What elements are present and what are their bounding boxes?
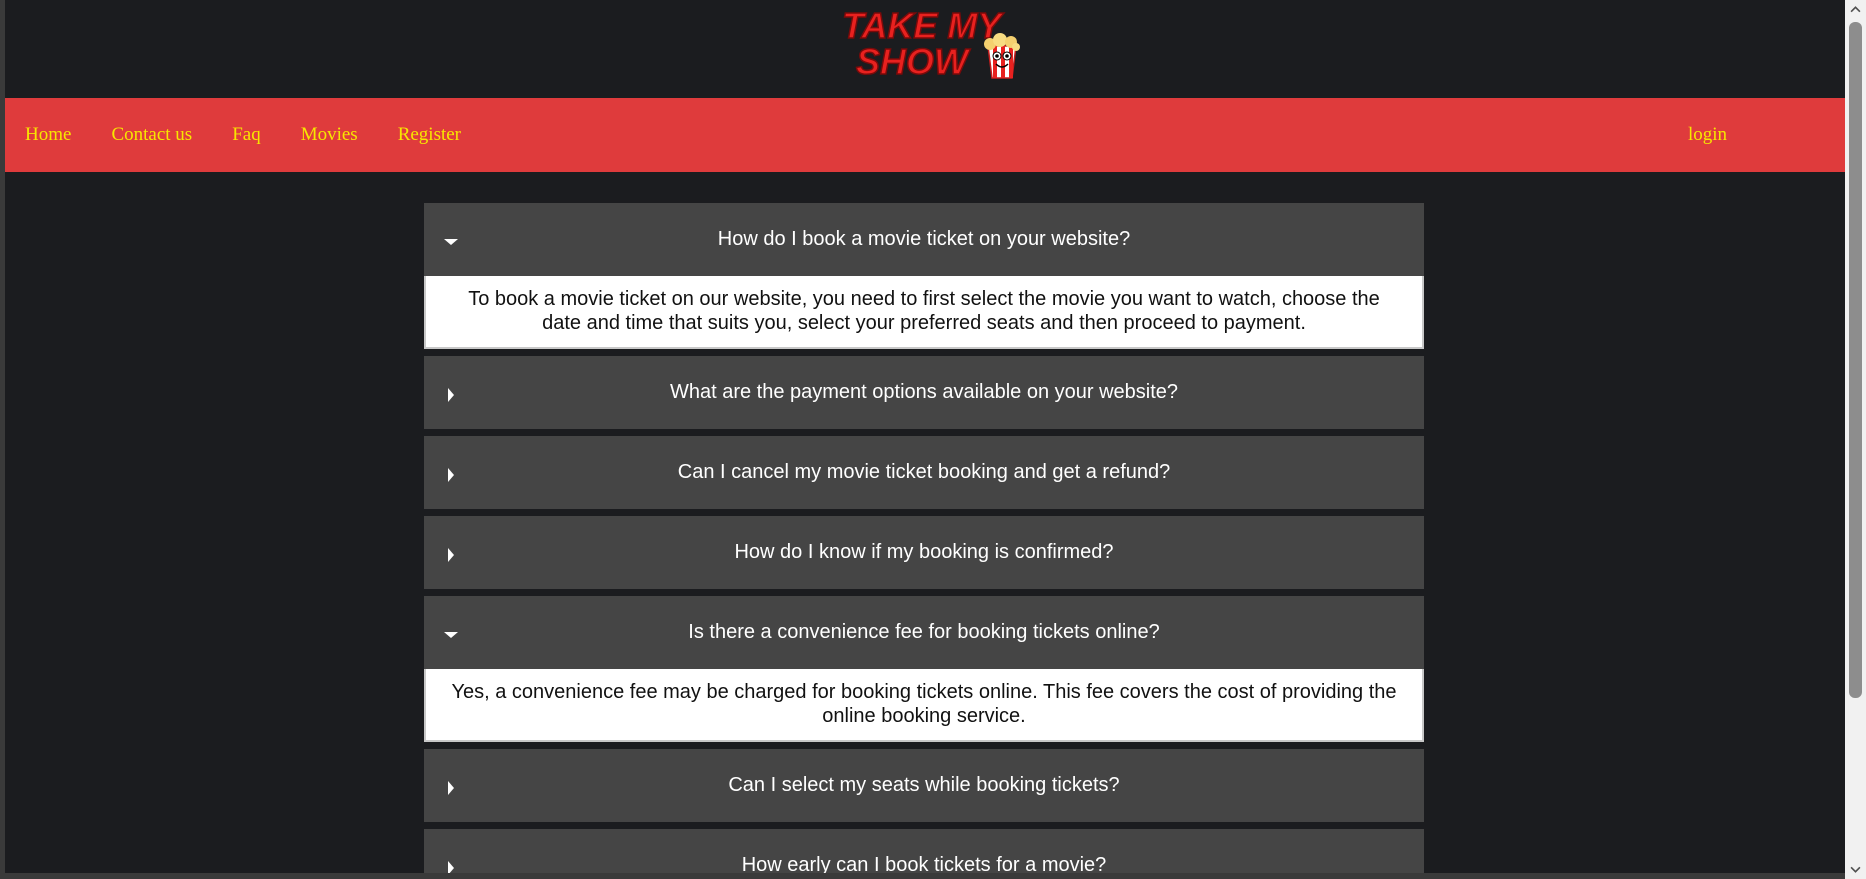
faq-question-toggle[interactable]: How do I book a movie ticket on your web… (424, 203, 1424, 276)
page: TAKE MY SHOW Home Contact us Faq Movies … (5, 0, 1845, 873)
vertical-scrollbar[interactable] (1845, 0, 1866, 879)
faq-item: Can I select my seats while booking tick… (424, 749, 1424, 822)
logo-text-line1: TAKE MY (842, 5, 1004, 46)
faq-item: Is there a convenience fee for booking t… (424, 596, 1424, 742)
logo-text-line2: SHOW (856, 41, 971, 82)
faq-question-text: How do I book a movie ticket on your web… (717, 228, 1131, 250)
caret-down-icon (444, 238, 458, 245)
scroll-up-arrow-icon[interactable] (1850, 4, 1861, 15)
faq-question-text: Is there a convenience fee for booking t… (688, 621, 1160, 643)
faq-question-toggle[interactable]: Can I select my seats while booking tick… (424, 749, 1424, 822)
nav-home-link[interactable]: Home (25, 124, 71, 146)
faq-answer: To book a movie ticket on our website, y… (424, 275, 1424, 349)
faq-question-toggle[interactable]: Can I cancel my movie ticket booking and… (424, 436, 1424, 509)
caret-down-icon (444, 631, 458, 638)
popcorn-mascot-icon (984, 33, 1020, 79)
nav-register-link[interactable]: Register (398, 124, 461, 146)
faq-question-toggle[interactable]: Is there a convenience fee for booking t… (424, 596, 1424, 669)
faq-question-toggle[interactable]: How do I know if my booking is confirmed… (424, 516, 1424, 589)
faq-question-toggle[interactable]: How early can I book tickets for a movie… (424, 829, 1424, 873)
faq-question-text: How early can I book tickets for a movie… (741, 854, 1107, 873)
caret-right-icon (448, 547, 454, 562)
faq-question-text: Can I select my seats while booking tick… (728, 774, 1120, 796)
site-header: TAKE MY SHOW (5, 0, 1845, 98)
caret-right-icon (448, 387, 454, 402)
nav-faq-link[interactable]: Faq (232, 124, 261, 146)
faq-list: How do I book a movie ticket on your web… (424, 203, 1424, 873)
nav-movies-link[interactable]: Movies (301, 124, 358, 146)
scroll-thumb[interactable] (1849, 22, 1862, 698)
caret-right-icon (448, 780, 454, 795)
caret-right-icon (448, 860, 454, 873)
scroll-down-arrow-icon[interactable] (1850, 864, 1861, 875)
faq-item: How do I know if my booking is confirmed… (424, 516, 1424, 589)
nav-login-link[interactable]: login (1688, 124, 1727, 146)
take-my-show-logo[interactable]: TAKE MY SHOW (838, 4, 1028, 82)
caret-right-icon (448, 467, 454, 482)
faq-question-toggle[interactable]: What are the payment options available o… (424, 356, 1424, 429)
navbar: Home Contact us Faq Movies Register logi… (5, 98, 1845, 172)
faq-item: Can I cancel my movie ticket booking and… (424, 436, 1424, 509)
faq-item: How do I book a movie ticket on your web… (424, 203, 1424, 349)
nav-contact-link[interactable]: Contact us (111, 124, 192, 146)
faq-question-text: Can I cancel my movie ticket booking and… (677, 461, 1171, 483)
faq-item: What are the payment options available o… (424, 356, 1424, 429)
faq-answer: Yes, a convenience fee may be charged fo… (424, 668, 1424, 742)
faq-question-text: How do I know if my booking is confirmed… (734, 541, 1114, 563)
faq-question-text: What are the payment options available o… (669, 381, 1179, 403)
faq-item: How early can I book tickets for a movie… (424, 829, 1424, 873)
